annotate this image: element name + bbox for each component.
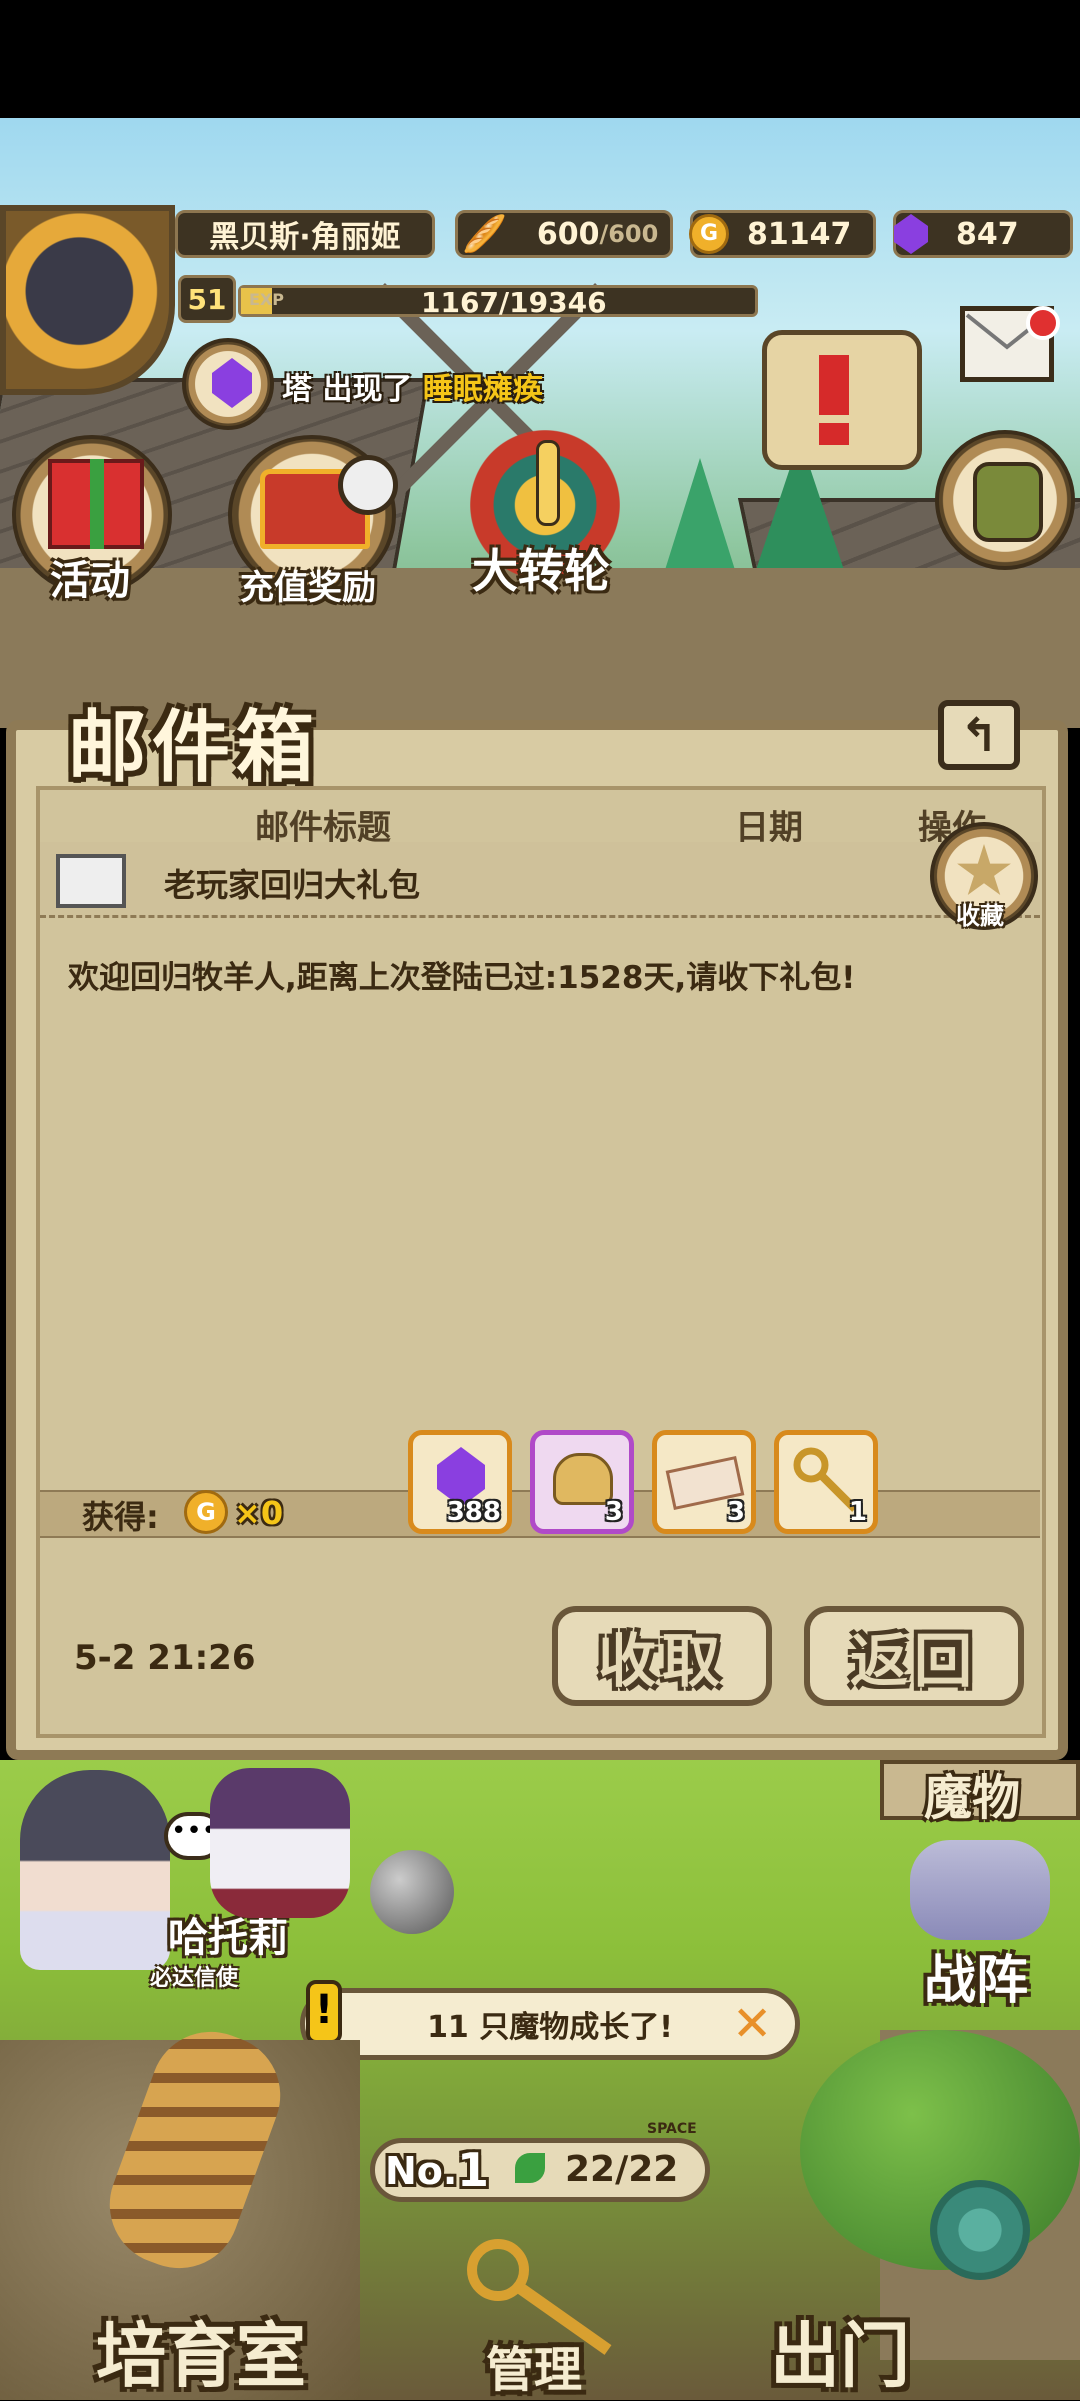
player-avatar[interactable] [0, 205, 175, 395]
gold-value: 81147 [747, 216, 852, 252]
formation-monsters-icon [910, 1840, 1050, 1940]
backpack-button[interactable] [935, 430, 1075, 570]
gold-coin-icon: G [184, 1490, 228, 1534]
clock-icon [338, 455, 398, 515]
reward-count: 3 [726, 1497, 745, 1527]
mail-list-item[interactable]: 老玩家回归大礼包 [40, 842, 1040, 918]
growth-notice-text: 11 只魔物成长了! [427, 2010, 673, 2045]
reward-item-ticket[interactable]: 3 [652, 1430, 756, 1534]
reward-item-gold-sack[interactable]: 3 [530, 1430, 634, 1534]
space-counter: No. 1 SPACE 22/22 [370, 2121, 710, 2202]
space-value: 22/22 [565, 2149, 679, 2190]
back-arrow-icon: ↰ [959, 708, 999, 762]
obtain-label: 获得: [82, 1498, 159, 1536]
exclamation-dot [819, 423, 849, 445]
gold-amount: ×0 [234, 1494, 284, 1532]
gift-ribbon [90, 459, 104, 549]
tower-notice-prefix: 塔 出现了 [282, 372, 413, 407]
portal-icon [930, 2180, 1030, 2280]
space-label: SPACE [647, 2121, 697, 2137]
reward-item-gold-key[interactable]: 1 [774, 1430, 878, 1534]
mail-subject: 老玩家回归大礼包 [164, 866, 421, 904]
favorite-label: 收藏 [956, 902, 1004, 930]
tower-notice[interactable]: 塔 出现了 睡眠瘫痪 [282, 364, 543, 408]
bread-counter[interactable]: 🥖 600 /600 [455, 210, 673, 258]
level-badge: 51 [178, 275, 236, 323]
gold-counter[interactable]: G 81147 [689, 210, 876, 258]
star-icon [957, 844, 1011, 895]
gem-plus-button[interactable] [182, 338, 274, 430]
scroll-quest-button[interactable] [762, 330, 922, 470]
collect-button[interactable]: 收取 [552, 1606, 772, 1706]
mail-date: 5-2 21:26 [74, 1638, 256, 1678]
character-role: 必达信使 [150, 1966, 239, 1991]
wheel-pointer-icon [536, 440, 560, 526]
mailbox-title: 邮件箱 [68, 703, 321, 793]
exp-label: EXP [249, 290, 284, 309]
gem-counter[interactable]: 847 [893, 210, 1073, 258]
reward-count: 1 [848, 1497, 867, 1527]
exclamation-icon: ! [306, 1980, 342, 2044]
gem-value: 847 [956, 216, 1019, 252]
formation-button[interactable]: 战阵 [880, 1830, 1080, 2011]
exclamation-icon [819, 355, 849, 415]
gold-coin-icon: G [689, 214, 729, 254]
activity-label: 活动 [50, 558, 130, 604]
growth-notice[interactable]: 11 只魔物成长了! [300, 1988, 800, 2060]
player-name[interactable]: 黑贝斯·角丽姬 [175, 210, 435, 258]
bread-max: /600 [599, 220, 659, 248]
notification-dot [1026, 306, 1060, 340]
bread-current: 600 [536, 216, 600, 252]
back-arrow-button[interactable]: ↰ [938, 700, 1020, 770]
rank-label: No. [385, 2149, 458, 2193]
monster-label: 魔物 [924, 1770, 1021, 1826]
backpack-icon [973, 462, 1043, 542]
reward-count: 3 [604, 1497, 623, 1527]
wheel-label: 大转轮 [472, 544, 610, 598]
monster-signpost[interactable]: 魔物 [880, 1760, 1080, 1826]
mail-content-area [36, 786, 1046, 1738]
iron-ball-icon [370, 1850, 454, 1934]
character-hatori-avatar[interactable] [20, 1770, 170, 1970]
reward-count: 388 [446, 1497, 501, 1527]
return-button[interactable]: 返回 [804, 1606, 1024, 1706]
formation-label: 战阵 [924, 1951, 1029, 2011]
reward-item-purple-gem[interactable]: 388 [408, 1430, 512, 1534]
nursery-button[interactable]: 培育室 [96, 2300, 306, 2401]
leaf-icon [515, 2153, 545, 2183]
recharge-reward-label: 充值奖励 [240, 568, 376, 608]
manage-button[interactable]: 管理 [486, 2330, 582, 2400]
mail-body: 欢迎回归牧羊人,距离上次登陆已过:1528天,请收下礼包! [68, 960, 856, 996]
exp-bar: EXP 1167/19346 [238, 285, 758, 319]
tower-notice-highlight: 睡眠瘫痪 [422, 372, 543, 407]
status-bar-blank [0, 0, 1080, 118]
gem-icon [212, 358, 252, 408]
bread-icon: 🥖 [462, 214, 507, 255]
rank-value: 1 [457, 2143, 490, 2197]
monster-sprite[interactable] [210, 1768, 350, 1918]
exit-button[interactable]: 出门 [770, 2300, 910, 2401]
close-notice-icon[interactable]: ✕ [732, 2000, 772, 2048]
gift-mail-icon [56, 854, 126, 908]
exp-value: 1167/19346 [421, 286, 607, 319]
purple-gem-icon [894, 214, 928, 254]
